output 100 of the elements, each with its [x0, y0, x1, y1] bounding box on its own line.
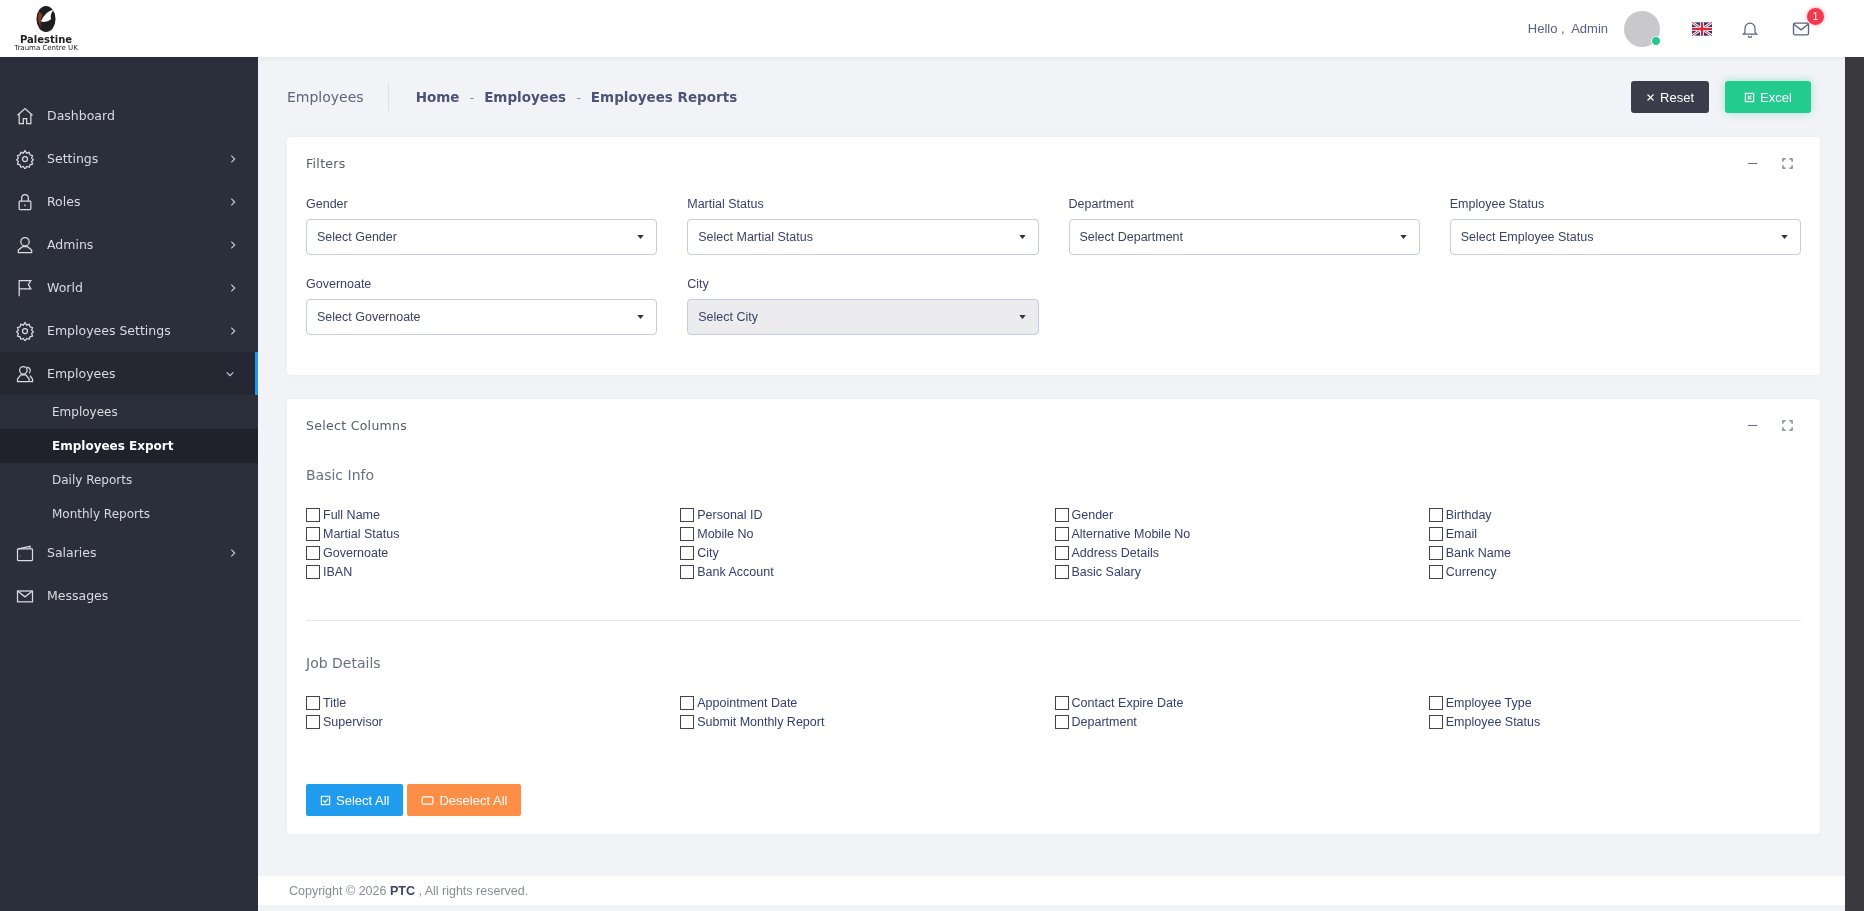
close-icon — [1646, 91, 1656, 103]
checkbox-label: IBAN — [323, 565, 353, 579]
select-field[interactable]: Select Department — [1068, 219, 1420, 255]
sidebar-item[interactable]: Employees — [0, 352, 258, 395]
checkbox[interactable] — [1428, 527, 1443, 541]
checkbox[interactable] — [306, 565, 320, 579]
checkbox[interactable] — [1054, 565, 1069, 579]
checkbox-label: Bank Name — [1445, 546, 1512, 560]
submenu-item[interactable]: Monthly Reports — [0, 497, 258, 531]
checkbox-label: Governoate — [323, 546, 389, 560]
checkbox-label: Personal ID — [697, 508, 763, 522]
select-field[interactable]: Select Governoate — [306, 299, 658, 335]
checkbox[interactable] — [1428, 715, 1443, 729]
page-title: Employees — [287, 89, 364, 105]
chevron-right-icon — [228, 282, 238, 293]
caret-icon — [1781, 235, 1788, 239]
gear-icon — [15, 148, 35, 169]
checkbox-label: Address Details — [1071, 546, 1160, 560]
checkbox-label: Birthday — [1445, 508, 1492, 522]
checkbox[interactable] — [680, 527, 695, 541]
checkbox-label: Employee Type — [1445, 696, 1532, 710]
checkbox[interactable] — [306, 546, 320, 560]
checkbox-label: Mobile No — [697, 527, 754, 541]
caret-icon — [637, 315, 645, 319]
checkbox-label: City — [697, 546, 719, 560]
greeting: Hello , Admin — [1527, 21, 1608, 36]
checkbox-label: Title — [323, 696, 347, 710]
users-icon — [15, 363, 35, 384]
checkbox-label: Gender — [1071, 508, 1114, 522]
field-label: Department — [1068, 197, 1135, 211]
chevron-right-icon — [228, 153, 238, 164]
breadcrumb-link[interactable]: Home — [415, 89, 460, 105]
logo-name: Palestine — [19, 34, 73, 46]
checkbox[interactable] — [680, 546, 695, 560]
flag-icon[interactable] — [1692, 21, 1712, 36]
sidebar-item[interactable]: Roles — [0, 180, 258, 223]
checkbox[interactable] — [1054, 696, 1069, 710]
caret-icon — [1399, 235, 1407, 239]
fullscreen-icon[interactable] — [1782, 419, 1793, 431]
select-field[interactable]: Select Gender — [306, 219, 658, 255]
chevron-right-icon — [228, 325, 238, 336]
checkbox[interactable] — [306, 715, 320, 729]
field-label: Governoate — [306, 277, 373, 291]
sidebar-item[interactable]: Settings — [0, 137, 258, 180]
select-field[interactable]: Select Employee Status — [1449, 219, 1801, 255]
fullscreen-icon[interactable] — [1782, 157, 1793, 169]
user-icon — [15, 234, 35, 255]
checkbox-label: Basic Salary — [1071, 565, 1141, 579]
checkbox[interactable] — [1054, 527, 1069, 541]
scrollbar[interactable] — [1845, 57, 1864, 911]
caret-icon — [1018, 315, 1026, 319]
checkbox-label: Email — [1445, 527, 1477, 541]
checkbox-label: Employee Status — [1445, 715, 1541, 729]
checkbox-label: Bank Account — [697, 565, 774, 579]
checkbox[interactable] — [306, 527, 320, 541]
sidebar-item[interactable]: World — [0, 266, 258, 309]
sidebar-item[interactable]: Dashboard — [0, 94, 258, 137]
breadcrumb-link[interactable]: Employees — [484, 89, 567, 105]
submenu-item[interactable]: Daily Reports — [0, 463, 258, 497]
chevron-right-icon — [228, 239, 238, 250]
checkbox[interactable] — [306, 696, 320, 710]
checkbox[interactable] — [1428, 565, 1443, 579]
checkbox-label: Currency — [1445, 565, 1497, 579]
checkbox[interactable] — [680, 508, 695, 522]
sidebar-item[interactable]: Employees Settings — [0, 309, 258, 352]
reset-button[interactable]: Reset — [1631, 81, 1709, 113]
chevron-right-icon — [228, 196, 238, 207]
caret-icon — [1018, 235, 1026, 239]
checkbox-label: Department — [1071, 715, 1137, 729]
field-label: Employee Status — [1449, 197, 1546, 211]
checkbox[interactable] — [1054, 508, 1069, 522]
checkbox-label: Martial Status — [323, 527, 400, 541]
card-title: Select Columns — [306, 417, 408, 433]
submenu-item[interactable]: Employees Export — [0, 429, 258, 463]
checkbox[interactable] — [1054, 546, 1069, 560]
checked-box-icon — [320, 794, 331, 806]
breadcrumb-link[interactable]: Employees Reports — [590, 89, 738, 105]
checkbox[interactable] — [680, 715, 695, 729]
submenu-item[interactable]: Employees — [0, 395, 258, 429]
copyright-text: Copyright © 2026 PTC , All rights reserved. — [289, 883, 529, 898]
checkbox[interactable] — [680, 565, 695, 579]
checkbox-label: Appointment Date — [697, 696, 798, 710]
checkbox[interactable] — [306, 508, 320, 522]
caret-icon — [637, 235, 645, 239]
checkbox-label: Contact Expire Date — [1071, 696, 1184, 710]
chevron-right-icon — [228, 547, 238, 558]
sidebar-item[interactable]: Messages — [0, 574, 258, 617]
checkbox-label: Supervisor — [323, 715, 383, 729]
checkbox[interactable] — [1428, 546, 1443, 560]
sidebar-item[interactable]: Admins — [0, 223, 258, 266]
checkbox[interactable] — [1428, 508, 1443, 522]
sidebar-item[interactable]: Salaries — [0, 531, 258, 574]
select-field[interactable]: Select Martial Status — [687, 219, 1039, 255]
checkbox[interactable] — [1054, 715, 1069, 729]
breadcrumb-separator: - — [469, 89, 475, 105]
notification-badge: 1 — [1807, 7, 1824, 25]
group-title: Job Details — [306, 655, 382, 671]
group-title: Basic Info — [306, 467, 375, 483]
checkbox[interactable] — [1428, 696, 1443, 710]
checkbox[interactable] — [680, 696, 695, 710]
